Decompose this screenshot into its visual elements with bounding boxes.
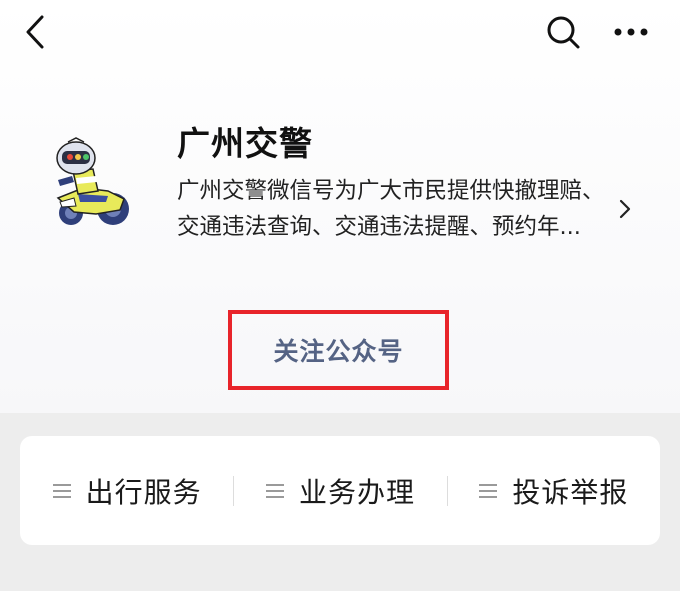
menu-item-complaints-reports[interactable]: 投诉举报 (446, 436, 660, 545)
menu-item-business-handling[interactable]: 业务办理 (233, 436, 446, 545)
follow-button-label[interactable]: 关注公众号 (273, 332, 403, 368)
more-dots-icon[interactable] (609, 16, 653, 48)
robot-police-motorcycle-avatar[interactable] (38, 136, 138, 236)
follow-button-highlight[interactable]: 关注公众号 (228, 310, 449, 390)
menu-item-label: 投诉举报 (512, 475, 629, 509)
menu-bar: 出行服务 业务办理 投诉举报 (20, 436, 660, 545)
account-name: 广州交警 (177, 124, 313, 163)
description-line-2: 交通违法查询、交通违法提醒、预约年... (177, 214, 581, 240)
chevron-right-icon[interactable] (615, 196, 635, 222)
menu-item-label: 出行服务 (85, 475, 202, 509)
search-icon[interactable] (543, 12, 583, 52)
menu-list-icon (479, 483, 498, 498)
menu-item-label: 业务办理 (298, 475, 415, 509)
top-nav-bar (0, 0, 680, 64)
menu-item-travel-services[interactable]: 出行服务 (20, 436, 233, 545)
description-line-1: 广州交警微信号为广大市民提供快撤理赔、 (177, 178, 605, 204)
account-description[interactable]: 广州交警微信号为广大市民提供快撤理赔、 交通违法查询、交通违法提醒、预约年... (177, 173, 617, 245)
chevron-left-icon[interactable] (18, 12, 54, 52)
menu-list-icon (52, 483, 71, 498)
menu-list-icon (265, 483, 284, 498)
